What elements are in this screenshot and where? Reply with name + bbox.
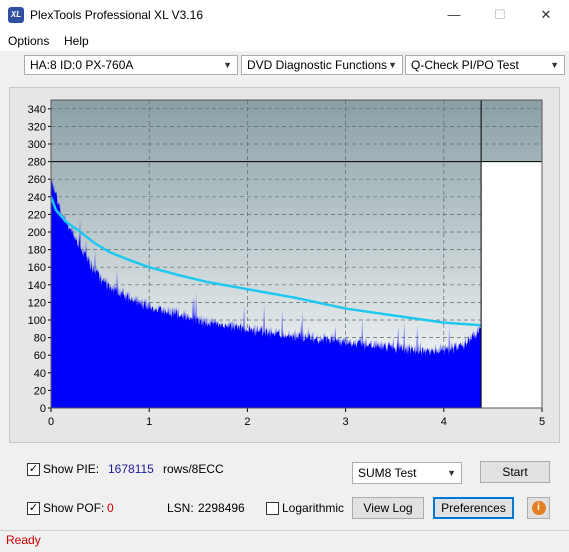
y-tick-label: 320 — [28, 121, 46, 133]
app-logo-icon: XL — [8, 7, 24, 23]
mode-select-value: SUM8 Test — [358, 466, 417, 480]
show-pie-label: Show PIE: — [43, 462, 100, 476]
y-tick-label: 200 — [28, 227, 46, 239]
close-button[interactable]: ✕ — [523, 0, 569, 30]
test-select[interactable]: Q-Check PI/PO Test ▼ — [405, 55, 565, 75]
y-tick-label: 260 — [28, 174, 46, 186]
unused-region — [481, 161, 542, 408]
y-tick-label: 120 — [28, 297, 46, 309]
lsn-label: LSN: — [167, 501, 194, 515]
chevron-down-icon: ▼ — [388, 60, 397, 70]
logarithmic-label: Logarithmic — [282, 501, 345, 515]
x-tick-label: 4 — [441, 416, 447, 428]
y-tick-label: 80 — [34, 333, 46, 345]
menu-options[interactable]: Options — [8, 34, 49, 48]
y-tick-label: 20 — [34, 385, 46, 397]
logarithmic-checkbox[interactable] — [266, 502, 279, 515]
y-tick-label: 40 — [34, 368, 46, 380]
chevron-down-icon: ▼ — [550, 60, 559, 70]
pof-value: 0 — [107, 501, 114, 515]
window-title: PlexTools Professional XL V3.16 — [30, 8, 203, 22]
maximize-button[interactable]: ☐ — [477, 0, 523, 30]
show-pof-checkbox[interactable]: ✓ — [27, 502, 40, 515]
y-tick-label: 220 — [28, 209, 46, 221]
preferences-button[interactable]: Preferences — [433, 497, 514, 519]
y-tick-label: 280 — [28, 157, 46, 169]
info-icon: i — [531, 501, 546, 515]
drive-select[interactable]: HA:8 ID:0 PX-760A ▼ — [24, 55, 238, 75]
x-axis: 0 1 2 3 4 5 — [48, 408, 545, 428]
x-tick-label: 3 — [343, 416, 349, 428]
y-tick-label: 180 — [28, 245, 46, 257]
pie-value: 1678115 — [108, 462, 154, 476]
drive-select-value: HA:8 ID:0 PX-760A — [30, 58, 134, 72]
menu-help[interactable]: Help — [64, 34, 89, 48]
view-log-button[interactable]: View Log — [352, 497, 424, 519]
info-button[interactable]: i — [527, 497, 550, 519]
pie-chart: 0204060801001201401601802002202402602803… — [28, 99, 545, 428]
function-select[interactable]: DVD Diagnostic Functions ▼ — [241, 55, 403, 75]
x-tick-label: 0 — [48, 416, 54, 428]
function-select-value: DVD Diagnostic Functions — [247, 58, 388, 72]
pie-unit: rows/8ECC — [163, 462, 224, 476]
start-button[interactable]: Start — [480, 461, 550, 483]
y-tick-label: 140 — [28, 280, 46, 292]
show-pof-label: Show POF: — [43, 501, 105, 515]
y-tick-label: 60 — [34, 350, 46, 362]
status-bar — [0, 530, 569, 552]
y-tick-label: 0 — [40, 403, 46, 415]
test-select-value: Q-Check PI/PO Test — [411, 58, 519, 72]
y-axis: 0 20 40 60 80 100 120 140 160 180 200 220 240 260 280 3… — [28, 104, 51, 415]
mode-select[interactable]: SUM8 Test ▼ — [352, 462, 462, 484]
x-tick-label: 1 — [146, 416, 152, 428]
x-tick-label: 2 — [244, 416, 250, 428]
show-pie-checkbox[interactable]: ✓ — [27, 463, 40, 476]
lsn-value: 2298496 — [198, 501, 245, 515]
y-tick-label: 160 — [28, 262, 46, 274]
y-tick-label: 100 — [28, 315, 46, 327]
y-tick-label: 300 — [28, 139, 46, 151]
status-text: Ready — [6, 533, 41, 547]
minimize-button[interactable]: — — [431, 0, 477, 30]
y-tick-label: 340 — [28, 104, 46, 116]
chevron-down-icon: ▼ — [447, 468, 456, 478]
x-tick-label: 5 — [539, 416, 545, 428]
chevron-down-icon: ▼ — [223, 60, 232, 70]
y-tick-label: 240 — [28, 192, 46, 204]
